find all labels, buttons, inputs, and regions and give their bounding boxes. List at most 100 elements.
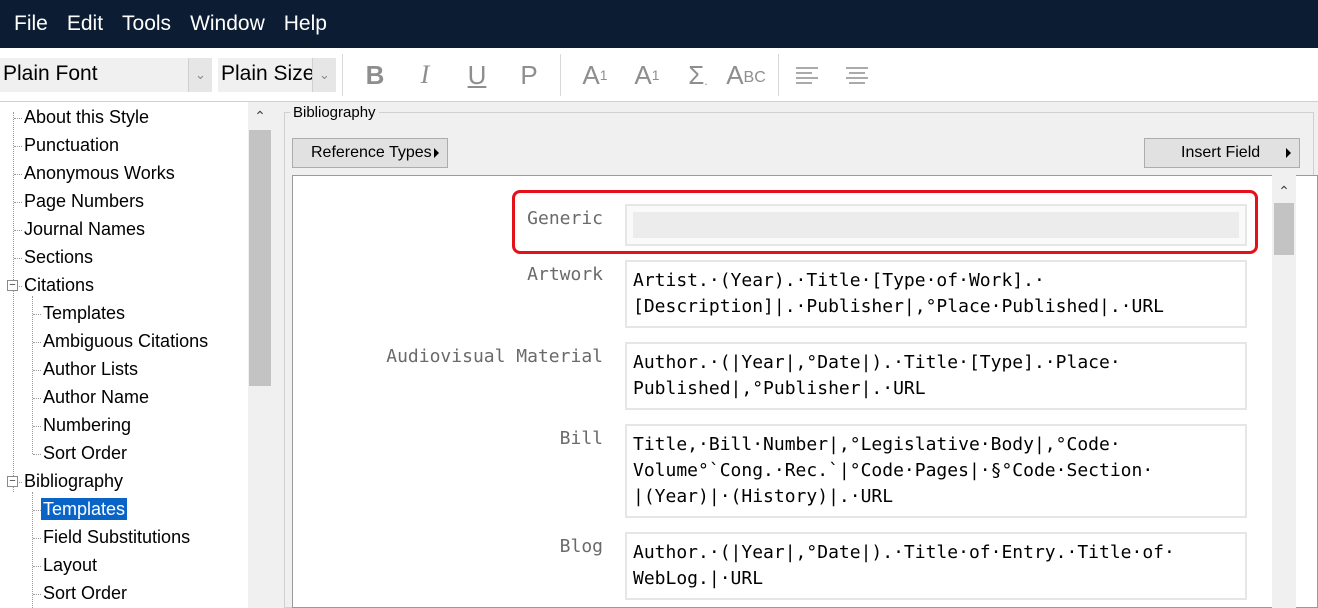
- tree-item[interactable]: Anonymous Works: [24, 162, 175, 184]
- tree-connector: [32, 296, 33, 454]
- template-name-label: Blog: [559, 536, 603, 557]
- template-line: WebLog.|·URL: [633, 568, 764, 589]
- pane-splitter[interactable]: [272, 102, 280, 608]
- tree-connector: [14, 146, 22, 147]
- subscript-button[interactable]: A1: [628, 60, 666, 90]
- superscript-button[interactable]: A1: [576, 60, 614, 90]
- size-select-value: Plain Size: [221, 62, 315, 85]
- tree-connector: [13, 112, 14, 492]
- formatting-toolbar: Plain Font ⌄ Plain Size ⌄ B I U P A1 A1 …: [0, 48, 1318, 102]
- superscript-icon: A: [582, 59, 600, 90]
- template-line: Published|,°Publisher|.·URL: [633, 378, 926, 399]
- tree-scrollbar-thumb[interactable]: [249, 130, 271, 386]
- toolbar-divider: [778, 54, 779, 96]
- tree-item[interactable]: Sort Order: [43, 582, 127, 604]
- tree-item[interactable]: Journal Names: [24, 218, 145, 240]
- tree-item[interactable]: Punctuation: [24, 134, 119, 156]
- subscript-mark: 1: [651, 67, 660, 83]
- tree-item[interactable]: Citations: [24, 274, 94, 296]
- tree-item[interactable]: Ambiguous Citations: [43, 330, 208, 352]
- tree-item[interactable]: Templates: [43, 302, 125, 324]
- menu-tools[interactable]: Tools: [122, 12, 171, 36]
- template-name-label: Bill: [559, 428, 603, 449]
- editor-scrollbar-thumb[interactable]: [1274, 203, 1294, 255]
- align-left-button[interactable]: [794, 60, 820, 90]
- tree-connector: [14, 230, 22, 231]
- tree-collapse-icon[interactable]: −: [7, 280, 18, 291]
- tree-connector: [33, 342, 41, 343]
- tree-item[interactable]: Field Substitutions: [43, 526, 190, 548]
- tree-item[interactable]: Author Lists: [43, 358, 138, 380]
- chevron-up-icon[interactable]: ⌃: [1272, 179, 1296, 203]
- tree-item[interactable]: Bibliography: [24, 470, 123, 492]
- style-tree: About this Style Punctuation Anonymous Wor…: [0, 102, 272, 608]
- insert-field-button[interactable]: Insert Field: [1144, 138, 1300, 168]
- tree-item[interactable]: Author Name: [43, 386, 149, 408]
- menu-window[interactable]: Window: [190, 12, 265, 36]
- insert-field-label: Insert Field: [1181, 144, 1261, 161]
- arrow-right-icon: [434, 148, 439, 158]
- chevron-up-icon[interactable]: ⌃: [248, 104, 272, 128]
- reference-types-button[interactable]: Reference Types: [292, 138, 448, 168]
- tree-connector: [14, 258, 22, 259]
- subscript-icon: A: [634, 59, 652, 90]
- bibliography-panel: Bibliography Reference Types Insert Fiel…: [280, 102, 1318, 608]
- template-line: Artist.·(Year).·Title·[Type·of·Work].·: [633, 270, 1045, 291]
- plain-button[interactable]: P: [514, 60, 544, 90]
- tree-connector: [33, 370, 41, 371]
- tree-connector: [14, 202, 22, 203]
- chevron-down-icon[interactable]: ⌄: [188, 58, 212, 92]
- tree-connector: [33, 594, 41, 595]
- reference-types-label: Reference Types: [311, 144, 432, 161]
- small-caps-letters: BC: [743, 69, 766, 86]
- template-name-label: Artwork: [527, 264, 603, 285]
- template-line: |(Year)|·(History)|.·URL: [633, 486, 894, 507]
- small-caps-button[interactable]: A BC: [726, 60, 766, 90]
- tree-scrollbar[interactable]: ⌃: [248, 102, 272, 608]
- template-line: Author.·(|Year|,°Date|).·Title·[Type].·P…: [633, 352, 1121, 373]
- editor-scrollbar[interactable]: ⌃: [1272, 175, 1296, 608]
- tree-connector: [33, 314, 41, 315]
- template-text-box[interactable]: Author.·(|Year|,°Date|).·Title·[Type].·P…: [625, 342, 1247, 410]
- align-left-icon: [796, 67, 818, 84]
- template-text-box[interactable]: Artist.·(Year).·Title·[Type·of·Work].· [D…: [625, 260, 1247, 328]
- template-line: Author.·(|Year|,°Date|).·Title·of·Entry.…: [633, 542, 1175, 563]
- tree-connector: [33, 538, 41, 539]
- chevron-down-icon[interactable]: ⌄: [312, 58, 336, 92]
- tree-item[interactable]: Page Numbers: [24, 190, 144, 212]
- symbol-button[interactable]: Σ.: [678, 60, 718, 90]
- tree-item[interactable]: Numbering: [43, 414, 131, 436]
- size-select[interactable]: Plain Size ⌄: [218, 58, 336, 92]
- menu-bar: File Edit Tools Window Help: [0, 0, 1318, 48]
- tree-connector: [33, 398, 41, 399]
- tree-item[interactable]: Sort Order: [43, 442, 127, 464]
- template-name-label: Audiovisual Material: [386, 346, 603, 367]
- template-line: [Description]|.·Publisher|,°Place·Publis…: [633, 296, 1165, 317]
- template-text-box[interactable]: Title,·Bill·Number|,°Legislative·Body|,°…: [625, 424, 1247, 518]
- font-select-value: Plain Font: [3, 62, 98, 85]
- superscript-mark: 1: [599, 67, 608, 83]
- tree-item[interactable]: Templates: [41, 498, 128, 520]
- italic-button[interactable]: I: [410, 60, 440, 90]
- toolbar-divider: [342, 54, 343, 96]
- tree-connector: [33, 566, 41, 567]
- tree-collapse-icon[interactable]: −: [7, 476, 18, 487]
- menu-help[interactable]: Help: [284, 12, 327, 36]
- align-justify-icon: [846, 67, 868, 84]
- bold-button[interactable]: B: [360, 60, 390, 90]
- tree-item[interactable]: Layout: [43, 554, 97, 576]
- tree-connector: [33, 510, 41, 511]
- group-title: Bibliography: [290, 104, 379, 121]
- tree-item[interactable]: About this Style: [24, 106, 149, 128]
- small-caps-icon: A: [726, 59, 744, 90]
- template-line: Title,·Bill·Number|,°Legislative·Body|,°…: [633, 434, 1121, 455]
- tree-item[interactable]: Sections: [24, 246, 93, 268]
- sigma-icon: Σ: [688, 59, 705, 90]
- underline-button[interactable]: U: [462, 60, 492, 90]
- template-text-box[interactable]: Author.·(|Year|,°Date|).·Title·of·Entry.…: [625, 532, 1247, 600]
- align-justify-button[interactable]: [844, 60, 870, 90]
- menu-file[interactable]: File: [14, 12, 48, 36]
- dropdown-dot-icon: .: [704, 74, 708, 88]
- font-select[interactable]: Plain Font ⌄: [0, 58, 212, 92]
- menu-edit[interactable]: Edit: [67, 12, 103, 36]
